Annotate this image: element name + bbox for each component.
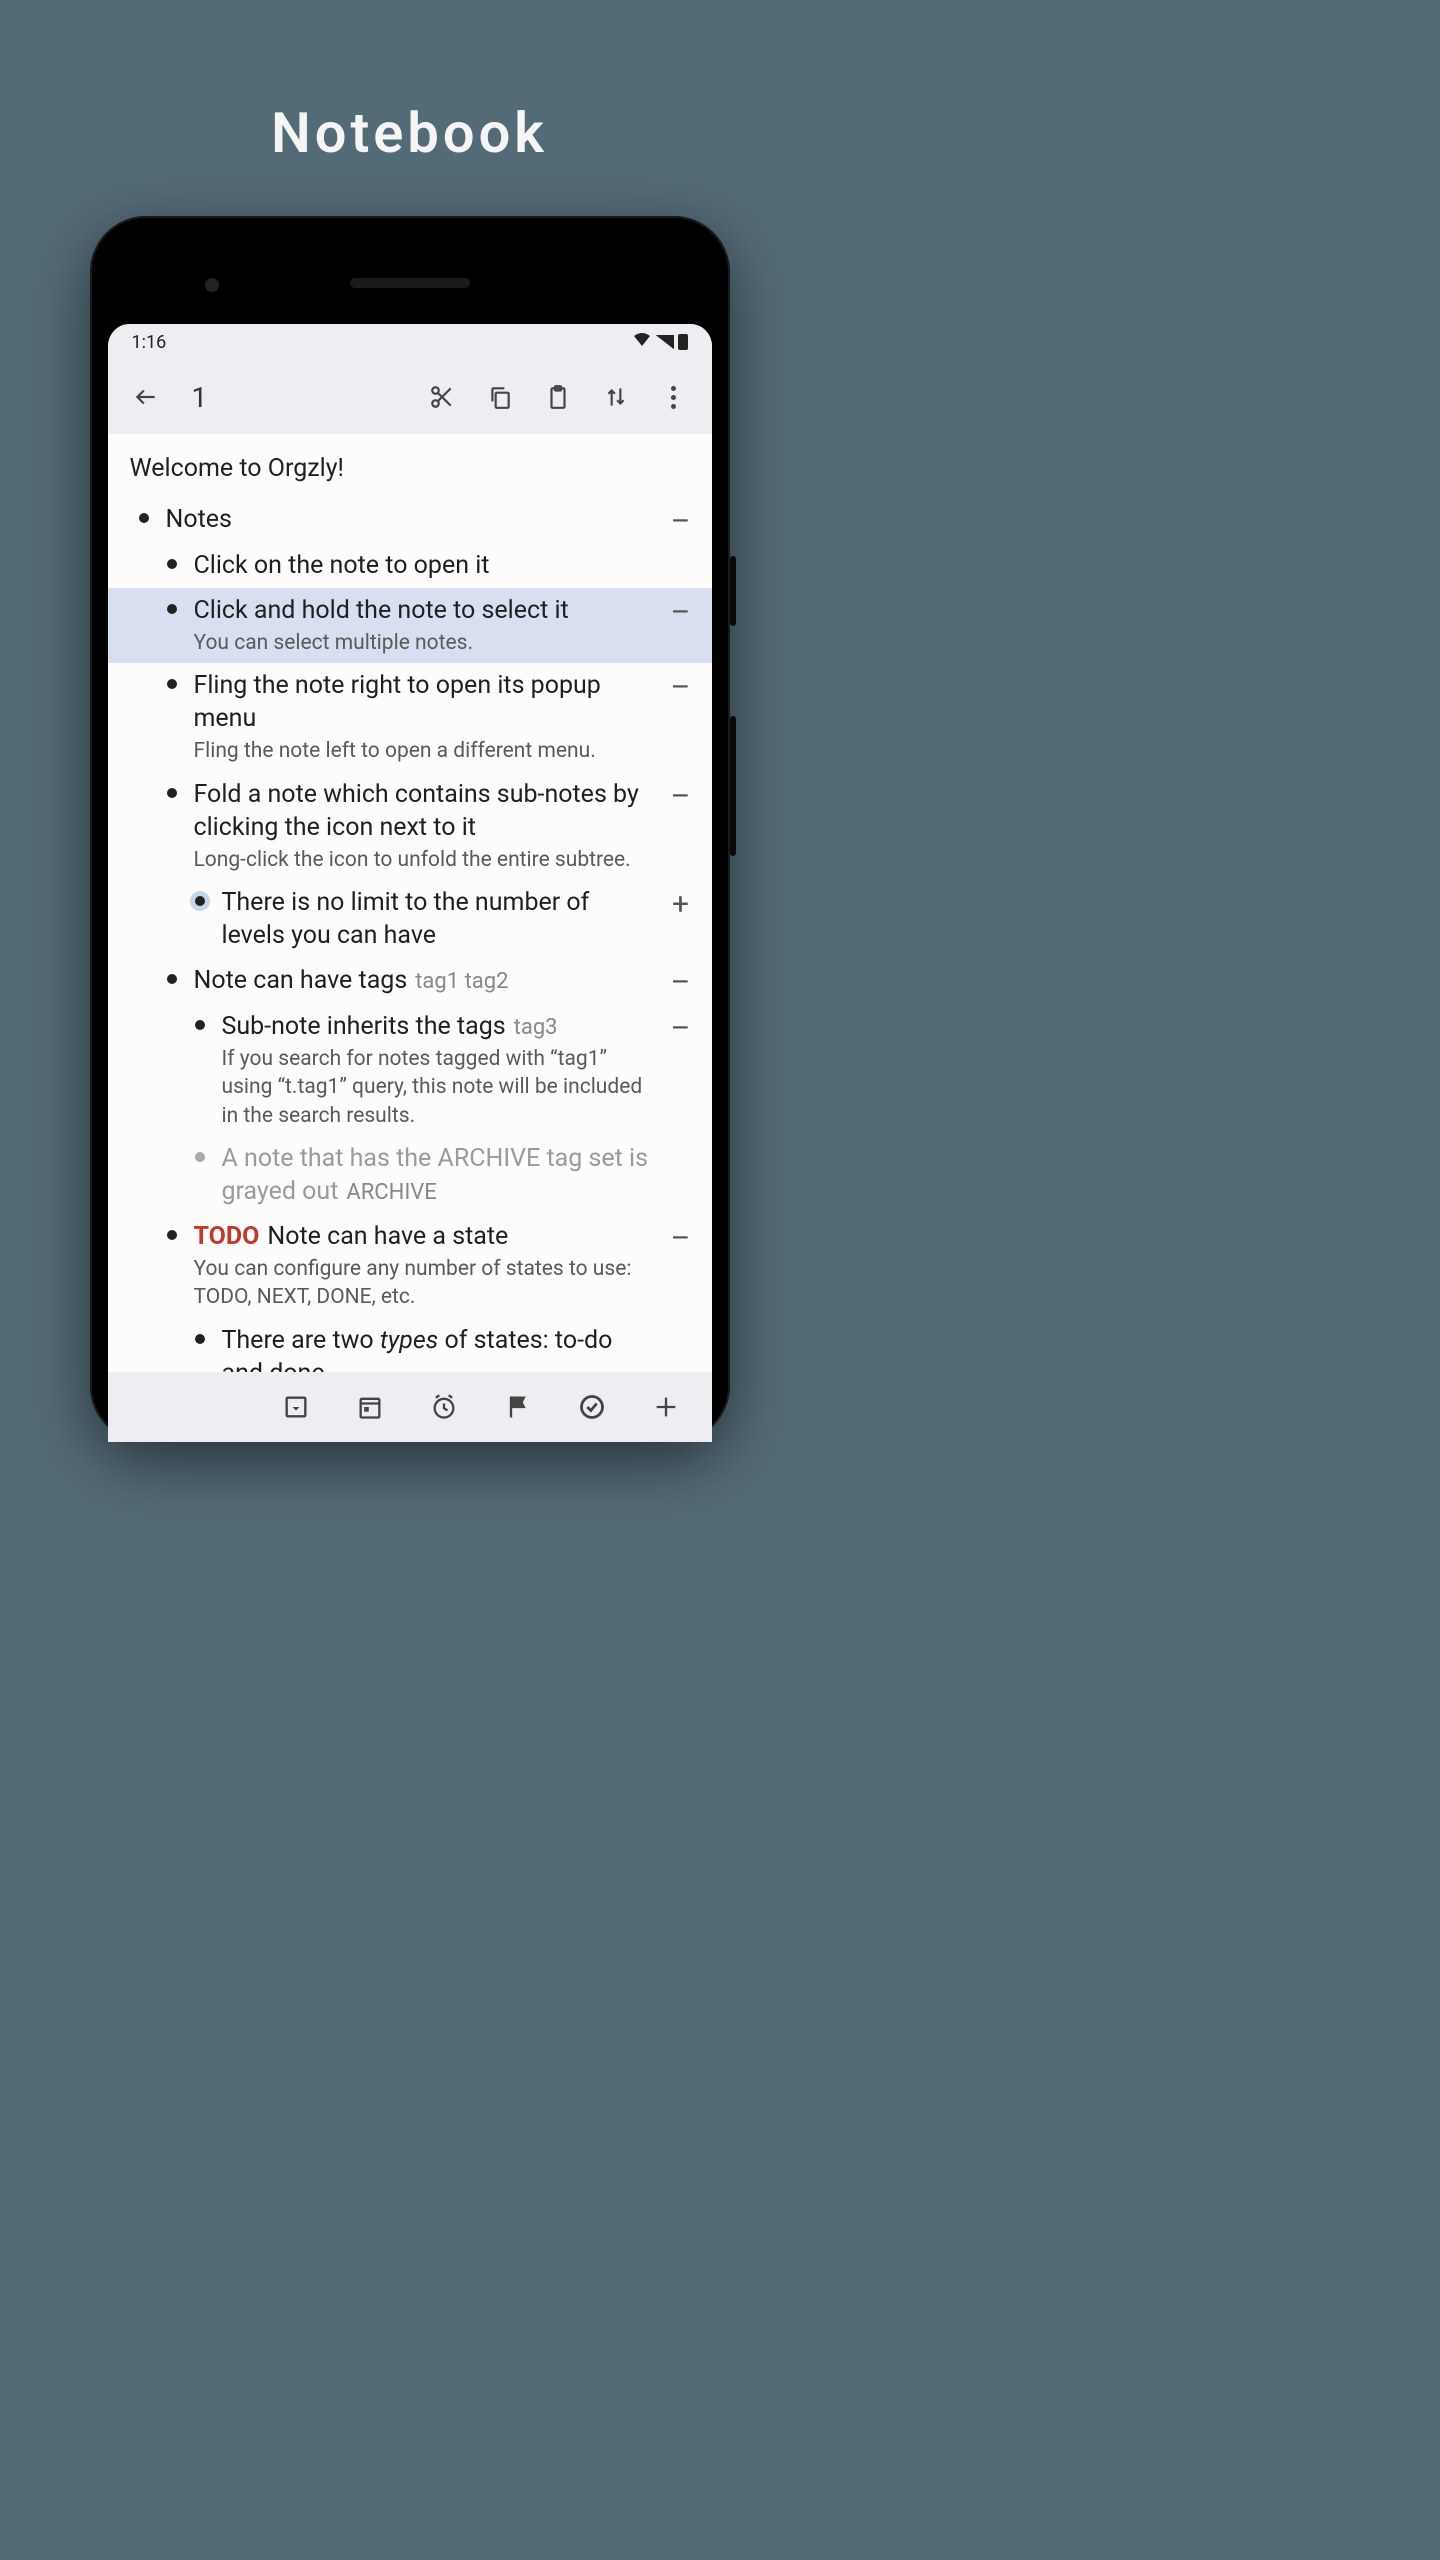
note-title: TODONote can have a state (194, 1220, 658, 1253)
page-heading: Notebook (271, 100, 548, 166)
note-title: Notes (166, 503, 658, 536)
app-bar: 1 (108, 360, 712, 434)
status-bar: 1:16 (108, 324, 712, 360)
status-icons (632, 332, 688, 353)
note-subtitle: Fling the note left to open a different … (194, 737, 658, 765)
note-title: Sub-note inherits the tagstag3 (222, 1010, 658, 1043)
bottom-toolbar (108, 1372, 712, 1442)
note-title: Note can have tagstag1 tag2 (194, 964, 658, 997)
note-row[interactable]: Fold a note which contains sub-notes by … (108, 772, 712, 880)
copy-button[interactable] (476, 373, 524, 421)
phone-side-button (730, 556, 736, 626)
note-subtitle: Long-click the icon to unfold the entire… (194, 846, 658, 874)
phone-side-button (730, 716, 736, 856)
overflow-menu-button[interactable] (650, 373, 698, 421)
bullet-icon (195, 896, 205, 906)
note-title: There is no limit to the number of level… (222, 886, 658, 952)
flag-button[interactable] (494, 1383, 542, 1431)
note-tags: tag1 tag2 (415, 969, 508, 994)
note-title: Fold a note which contains sub-notes by … (194, 778, 658, 844)
status-time: 1:16 (132, 332, 167, 353)
phone-speaker (350, 278, 470, 288)
phone-bezel-top (108, 234, 712, 324)
notebook-content[interactable]: Welcome to Orgzly! Notes – Click on the … (108, 434, 712, 1372)
note-title: There are two types of states: to-do and… (222, 1324, 658, 1372)
back-button[interactable] (122, 373, 170, 421)
note-row[interactable]: TODONote can have a state You can config… (108, 1214, 712, 1318)
schedule-date-button[interactable] (346, 1383, 394, 1431)
archive-icon (282, 1393, 310, 1421)
bullet-icon (167, 788, 177, 798)
note-subtitle: You can select multiple notes. (194, 629, 658, 657)
fold-toggle[interactable]: – (664, 669, 698, 703)
mark-done-button[interactable] (568, 1383, 616, 1431)
cell-signal-icon (656, 335, 674, 349)
schedule-time-button[interactable] (420, 1383, 468, 1431)
calendar-icon (356, 1393, 384, 1421)
phone-frame: 1:16 1 (90, 216, 730, 1442)
note-row-selected[interactable]: Click and hold the note to select it You… (108, 588, 712, 663)
paste-button[interactable] (534, 373, 582, 421)
fold-toggle[interactable]: – (664, 778, 698, 812)
battery-icon (678, 334, 688, 350)
note-row[interactable]: There is no limit to the number of level… (108, 880, 712, 958)
bullet-icon (167, 679, 177, 689)
wifi-icon (632, 332, 652, 353)
note-row[interactable]: Fling the note right to open its popup m… (108, 663, 712, 771)
add-note-button[interactable] (642, 1383, 690, 1431)
note-row[interactable]: Sub-note inherits the tagstag3 If you se… (108, 1004, 712, 1136)
note-title: Click and hold the note to select it (194, 594, 658, 627)
note-title: Click on the note to open it (194, 549, 658, 582)
swap-vertical-icon (603, 384, 629, 410)
note-subtitle: You can configure any number of states t… (194, 1255, 658, 1312)
fold-toggle[interactable]: – (664, 1220, 698, 1254)
notebook-intro: Welcome to Orgzly! (108, 434, 712, 497)
screen: 1:16 1 (108, 324, 712, 1442)
fold-toggle[interactable]: – (664, 594, 698, 628)
bullet-icon (167, 604, 177, 614)
fold-toggle[interactable]: – (664, 964, 698, 998)
state-badge-todo: TODO (194, 1222, 260, 1251)
bullet-icon (139, 513, 149, 523)
scissors-icon (429, 384, 455, 410)
note-title: A note that has the ARCHIVE tag set is g… (222, 1142, 658, 1208)
archive-button[interactable] (272, 1383, 320, 1431)
bullet-icon (167, 974, 177, 984)
move-button[interactable] (592, 373, 640, 421)
note-row[interactable]: A note that has the ARCHIVE tag set is g… (108, 1136, 712, 1214)
copy-icon (487, 384, 513, 410)
phone-camera (205, 278, 219, 292)
fold-toggle[interactable]: + (664, 886, 698, 920)
clipboard-icon (545, 384, 571, 410)
plus-icon (652, 1393, 680, 1421)
alarm-icon (430, 1393, 458, 1421)
fold-toggle[interactable]: – (664, 1010, 698, 1044)
note-row[interactable]: Note can have tagstag1 tag2 – (108, 958, 712, 1004)
bullet-icon (195, 1020, 205, 1030)
cut-button[interactable] (418, 373, 466, 421)
note-tags: tag3 (514, 1015, 558, 1040)
bullet-icon (195, 1334, 205, 1344)
note-subtitle: If you search for notes tagged with “tag… (222, 1045, 658, 1130)
note-row[interactable]: Notes – (108, 497, 712, 543)
note-row[interactable]: There are two types of states: to-do and… (108, 1318, 712, 1372)
more-vertical-icon (671, 386, 676, 409)
flag-icon (504, 1393, 532, 1421)
bullet-icon (167, 1230, 177, 1240)
note-title: Fling the note right to open its popup m… (194, 669, 658, 735)
selection-count: 1 (192, 381, 208, 414)
note-row[interactable]: Click on the note to open it (108, 543, 712, 588)
fold-toggle[interactable]: – (664, 503, 698, 537)
arrow-left-icon (133, 384, 159, 410)
bullet-icon (195, 1152, 205, 1162)
note-tags: ARCHIVE (346, 1180, 436, 1205)
check-circle-icon (578, 1393, 606, 1421)
bullet-icon (167, 559, 177, 569)
